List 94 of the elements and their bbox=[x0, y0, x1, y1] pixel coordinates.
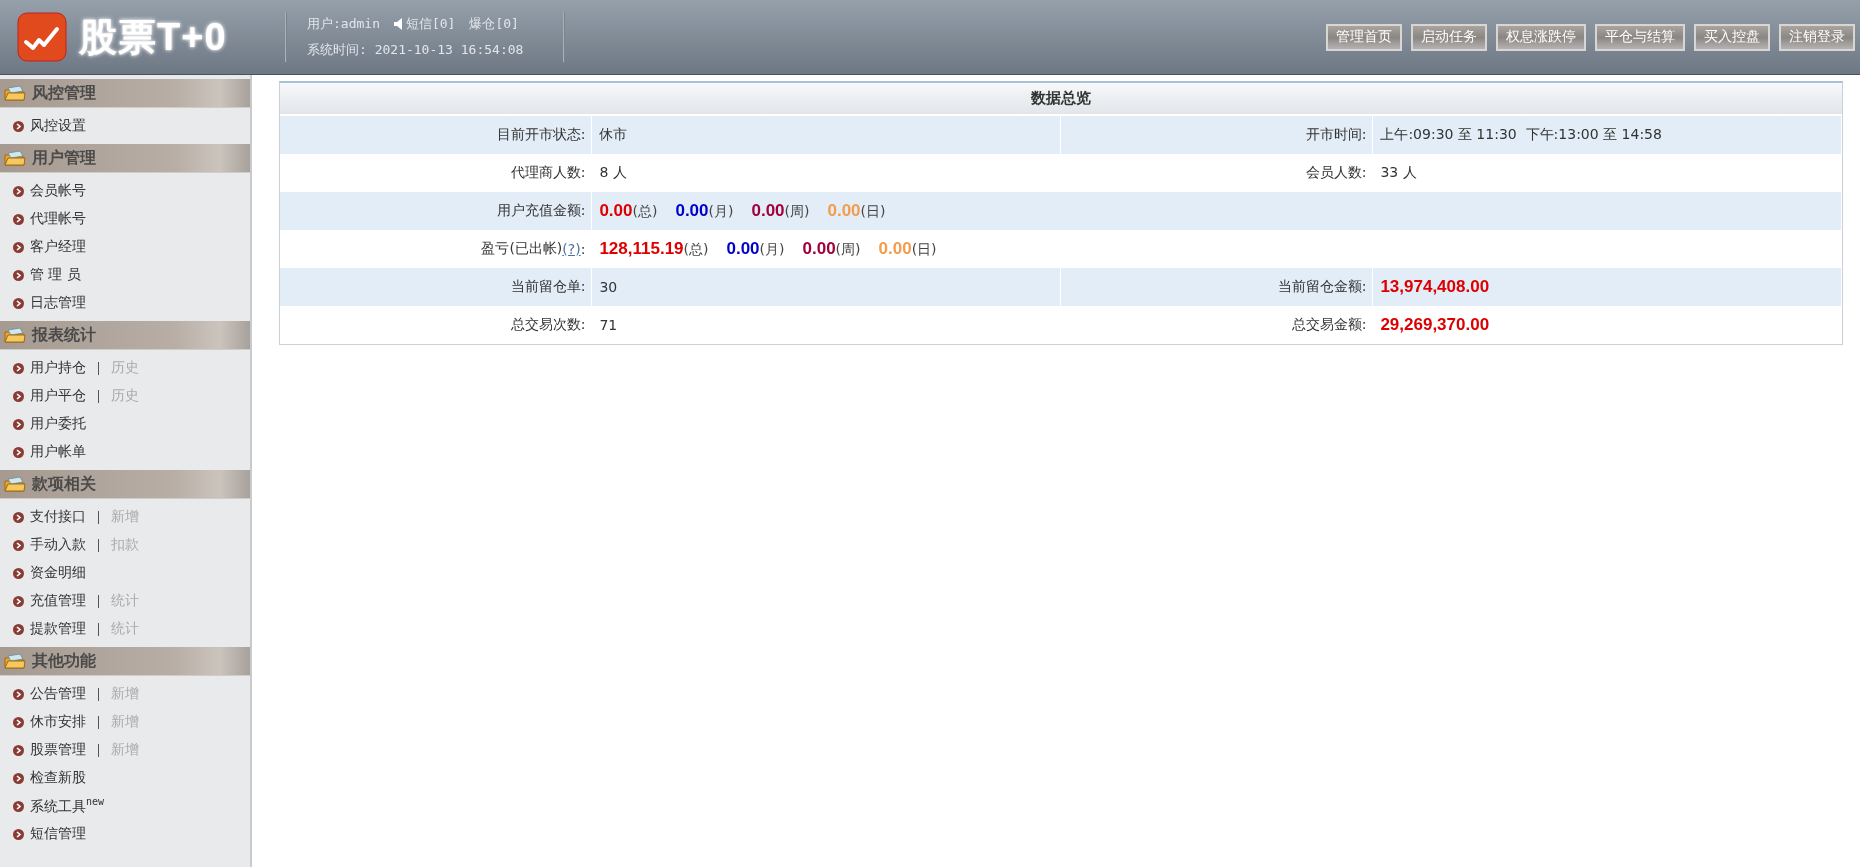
nav-button[interactable]: 启动任务 bbox=[1411, 23, 1487, 51]
bullet-icon bbox=[13, 595, 24, 607]
amount-value: 0.00 bbox=[802, 239, 836, 259]
bullet-icon bbox=[13, 269, 24, 281]
menu-item[interactable]: 股票管理 bbox=[30, 741, 86, 759]
amount-unit: (总) bbox=[683, 241, 709, 259]
amount-value: 0.00 bbox=[827, 201, 861, 221]
section-header[interactable]: 风控管理 bbox=[0, 79, 250, 108]
menu-item[interactable]: 会员帐号 bbox=[30, 182, 86, 200]
nav-button[interactable]: 注销登录 bbox=[1779, 23, 1855, 51]
menu-item[interactable]: 用户帐单 bbox=[30, 443, 86, 461]
menu-item[interactable]: 充值管理 bbox=[30, 592, 86, 610]
amount-unit: (月) bbox=[708, 203, 734, 221]
section-header[interactable]: 报表统计 bbox=[0, 321, 250, 350]
bullet-icon bbox=[13, 828, 24, 840]
bullet-icon bbox=[13, 297, 24, 309]
field-label: 开市时间: bbox=[1061, 116, 1374, 154]
table-title: 数据总览 bbox=[280, 83, 1842, 116]
menu-item[interactable]: 风控设置 bbox=[30, 117, 86, 135]
system-time: 系统时间: 2021-10-13 16:54:08 bbox=[307, 41, 525, 59]
menu-item[interactable]: 用户委托 bbox=[30, 415, 86, 433]
bullet-icon bbox=[13, 511, 24, 523]
bullet-icon bbox=[13, 241, 24, 253]
app-logo-title: 股票T+0 bbox=[79, 14, 227, 60]
amount-value: 0.00 bbox=[878, 239, 912, 259]
folder-icon bbox=[4, 150, 26, 166]
amount-unit: (周) bbox=[835, 241, 861, 259]
field-label: 总交易金额: bbox=[1061, 306, 1374, 344]
field-label: 当前留仓单: bbox=[280, 268, 593, 306]
amount-value: 29,269,370.00 bbox=[1380, 315, 1490, 335]
nav-button[interactable]: 买入控盘 bbox=[1694, 23, 1770, 51]
amount-value: 0.00 bbox=[599, 201, 633, 221]
menu-item[interactable]: 系统工具$^{new}$ bbox=[30, 796, 105, 816]
menu-item[interactable]: 公告管理 bbox=[30, 685, 86, 703]
field-label: 当前留仓金额: bbox=[1061, 268, 1374, 306]
amount-unit: (月) bbox=[759, 241, 785, 259]
nav-button[interactable]: 平仓与结算 bbox=[1595, 23, 1685, 51]
section-header[interactable]: 其他功能 bbox=[0, 647, 250, 676]
amount-unit: (总) bbox=[632, 203, 658, 221]
amount-value: 0.00 bbox=[675, 201, 709, 221]
bullet-icon bbox=[13, 688, 24, 700]
field-value: 71 bbox=[592, 306, 1061, 344]
section-header[interactable]: 款项相关 bbox=[0, 470, 250, 499]
bullet-icon bbox=[13, 418, 24, 430]
bullet-icon bbox=[13, 800, 24, 812]
amount-value: 0.00 bbox=[751, 201, 785, 221]
field-label: 用户充值金额: bbox=[280, 192, 593, 230]
field-value: 30 bbox=[592, 268, 1061, 306]
menu-item[interactable]: 日志管理 bbox=[30, 294, 86, 312]
bullet-icon bbox=[13, 446, 24, 458]
field-label: 总交易次数: bbox=[280, 306, 593, 344]
menu-item[interactable]: 支付接口 bbox=[30, 508, 86, 526]
menu-item[interactable]: 代理帐号 bbox=[30, 210, 86, 228]
bullet-icon bbox=[13, 390, 24, 402]
folder-icon bbox=[4, 327, 26, 343]
amount-value: 128,115.19 bbox=[599, 239, 684, 259]
menu-item[interactable]: 手动入款 bbox=[30, 536, 86, 554]
nav-button[interactable]: 权息涨跌停 bbox=[1496, 23, 1586, 51]
logo-icon bbox=[17, 12, 67, 62]
bullet-icon bbox=[13, 772, 24, 784]
menu-item[interactable]: 检查新股 bbox=[30, 769, 86, 787]
folder-icon bbox=[4, 85, 26, 101]
bullet-icon bbox=[13, 362, 24, 374]
field-label: 目前开市状态: bbox=[280, 116, 593, 154]
field-value: 休市 bbox=[592, 116, 1061, 154]
menu-item[interactable]: 提款管理 bbox=[30, 620, 86, 638]
field-value: 上午:09:30 至 11:30 下午:13:00 至 14:58 bbox=[1373, 116, 1842, 154]
bullet-icon bbox=[13, 213, 24, 225]
amount-value: 0.00 bbox=[726, 239, 760, 259]
bullet-icon bbox=[13, 539, 24, 551]
bullet-icon bbox=[13, 744, 24, 756]
menu-item[interactable]: 用户平仓 bbox=[30, 387, 86, 405]
amount-unit: (日) bbox=[860, 203, 886, 221]
menu-item[interactable]: 管 理 员 bbox=[30, 266, 81, 284]
section-header[interactable]: 用户管理 bbox=[0, 144, 250, 173]
speaker-icon bbox=[393, 18, 404, 30]
folder-icon bbox=[4, 653, 26, 669]
menu-item[interactable]: 休市安排 bbox=[30, 713, 86, 731]
user-label: 用户:admin bbox=[307, 15, 380, 33]
folder-icon bbox=[4, 476, 26, 492]
bullet-icon bbox=[13, 623, 24, 635]
menu-item[interactable]: 短信管理 bbox=[30, 825, 86, 843]
bullet-icon bbox=[13, 567, 24, 579]
nav-button[interactable]: 管理首页 bbox=[1326, 23, 1402, 51]
help-link[interactable]: (?) bbox=[562, 241, 581, 257]
menu-item[interactable]: 客户经理 bbox=[30, 238, 86, 256]
menu-item[interactable]: 资金明细 bbox=[30, 564, 86, 582]
bullet-icon bbox=[13, 120, 24, 132]
bullet-icon bbox=[13, 716, 24, 728]
bullet-icon bbox=[13, 185, 24, 197]
amount-unit: (周) bbox=[784, 203, 810, 221]
amount-unit: (日) bbox=[911, 241, 937, 259]
amount-value: 13,974,408.00 bbox=[1380, 277, 1490, 297]
menu-item[interactable]: 用户持仓 bbox=[30, 359, 86, 377]
